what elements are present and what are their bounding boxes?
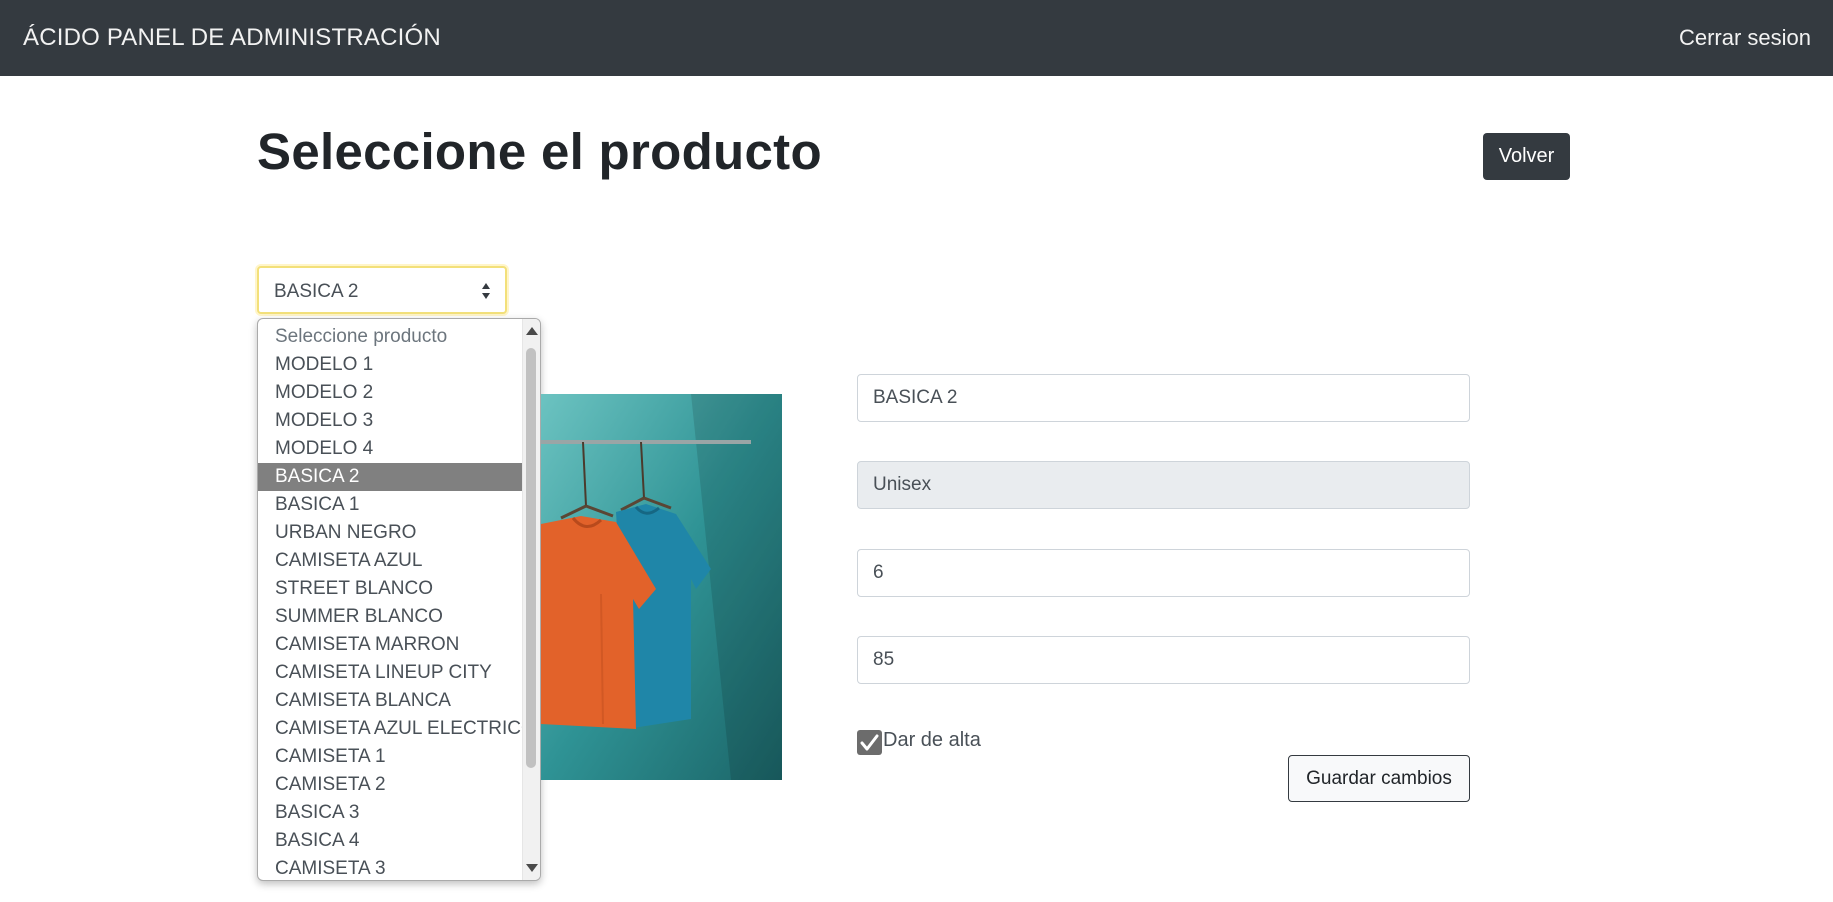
dropdown-option[interactable]: STREET BLANCO <box>258 575 523 603</box>
dropdown-option[interactable]: CAMISETA 2 <box>258 771 523 799</box>
scroll-up-arrow-icon[interactable] <box>526 327 538 335</box>
dropdown-option[interactable]: CAMISETA 1 <box>258 743 523 771</box>
dropdown-option[interactable]: BASICA 2 <box>258 463 523 491</box>
dropdown-option[interactable]: BASICA 4 <box>258 827 523 855</box>
select-arrows-icon <box>482 283 490 299</box>
product-select[interactable]: BASICA 2 <box>257 266 507 314</box>
dropdown-option[interactable]: MODELO 1 <box>258 351 523 379</box>
checkmark-icon <box>860 734 879 751</box>
product-dropdown-list[interactable]: Seleccione producto MODELO 1 MODELO 2 MODEL… <box>257 318 541 881</box>
product-image <box>541 394 782 780</box>
page-title: Seleccione el producto <box>257 123 822 180</box>
product-name-input[interactable] <box>857 374 1470 422</box>
option-list: Seleccione producto MODELO 1 MODELO 2 MODEL… <box>258 323 523 880</box>
scrollbar-thumb[interactable] <box>526 348 536 768</box>
product-select-value: BASICA 2 <box>274 281 359 302</box>
dropdown-option[interactable]: Seleccione producto <box>258 323 523 351</box>
dropdown-option[interactable]: URBAN NEGRO <box>258 519 523 547</box>
dropdown-option[interactable]: CAMISETA MARRON <box>258 631 523 659</box>
logout-link[interactable]: Cerrar sesion <box>1679 25 1811 51</box>
product-stock-input[interactable] <box>857 549 1470 597</box>
navbar-brand[interactable]: ÁCIDO PANEL DE ADMINISTRACIÓN <box>23 24 441 52</box>
dropdown-option[interactable]: MODELO 3 <box>258 407 523 435</box>
tshirts-on-rack-image <box>541 394 782 780</box>
dropdown-option[interactable]: CAMISETA BLANCA <box>258 687 523 715</box>
scroll-down-arrow-icon[interactable] <box>526 864 538 872</box>
back-button[interactable]: Volver <box>1483 133 1570 180</box>
dropdown-option[interactable]: MODELO 2 <box>258 379 523 407</box>
dropdown-option[interactable]: BASICA 3 <box>258 799 523 827</box>
product-gender-input[interactable] <box>857 461 1470 509</box>
dropdown-option[interactable]: CAMISETA AZUL ELECTRICO <box>258 715 523 743</box>
product-price-input[interactable] <box>857 636 1470 684</box>
active-checkbox[interactable] <box>857 730 882 755</box>
dropdown-option[interactable]: MODELO 4 <box>258 435 523 463</box>
dropdown-option[interactable]: BASICA 1 <box>258 491 523 519</box>
dropdown-option[interactable]: SUMMER BLANCO <box>258 603 523 631</box>
dropdown-option[interactable]: CAMISETA AZUL <box>258 547 523 575</box>
dropdown-option[interactable]: CAMISETA LINEUP CITY <box>258 659 523 687</box>
dropdown-scrollbar[interactable] <box>522 319 540 880</box>
save-changes-button[interactable]: Guardar cambios <box>1288 755 1470 802</box>
dropdown-option[interactable]: CAMISETA 3 <box>258 855 523 880</box>
active-checkbox-label: Dar de alta <box>883 729 981 751</box>
top-navbar: ÁCIDO PANEL DE ADMINISTRACIÓN Cerrar ses… <box>0 0 1833 76</box>
